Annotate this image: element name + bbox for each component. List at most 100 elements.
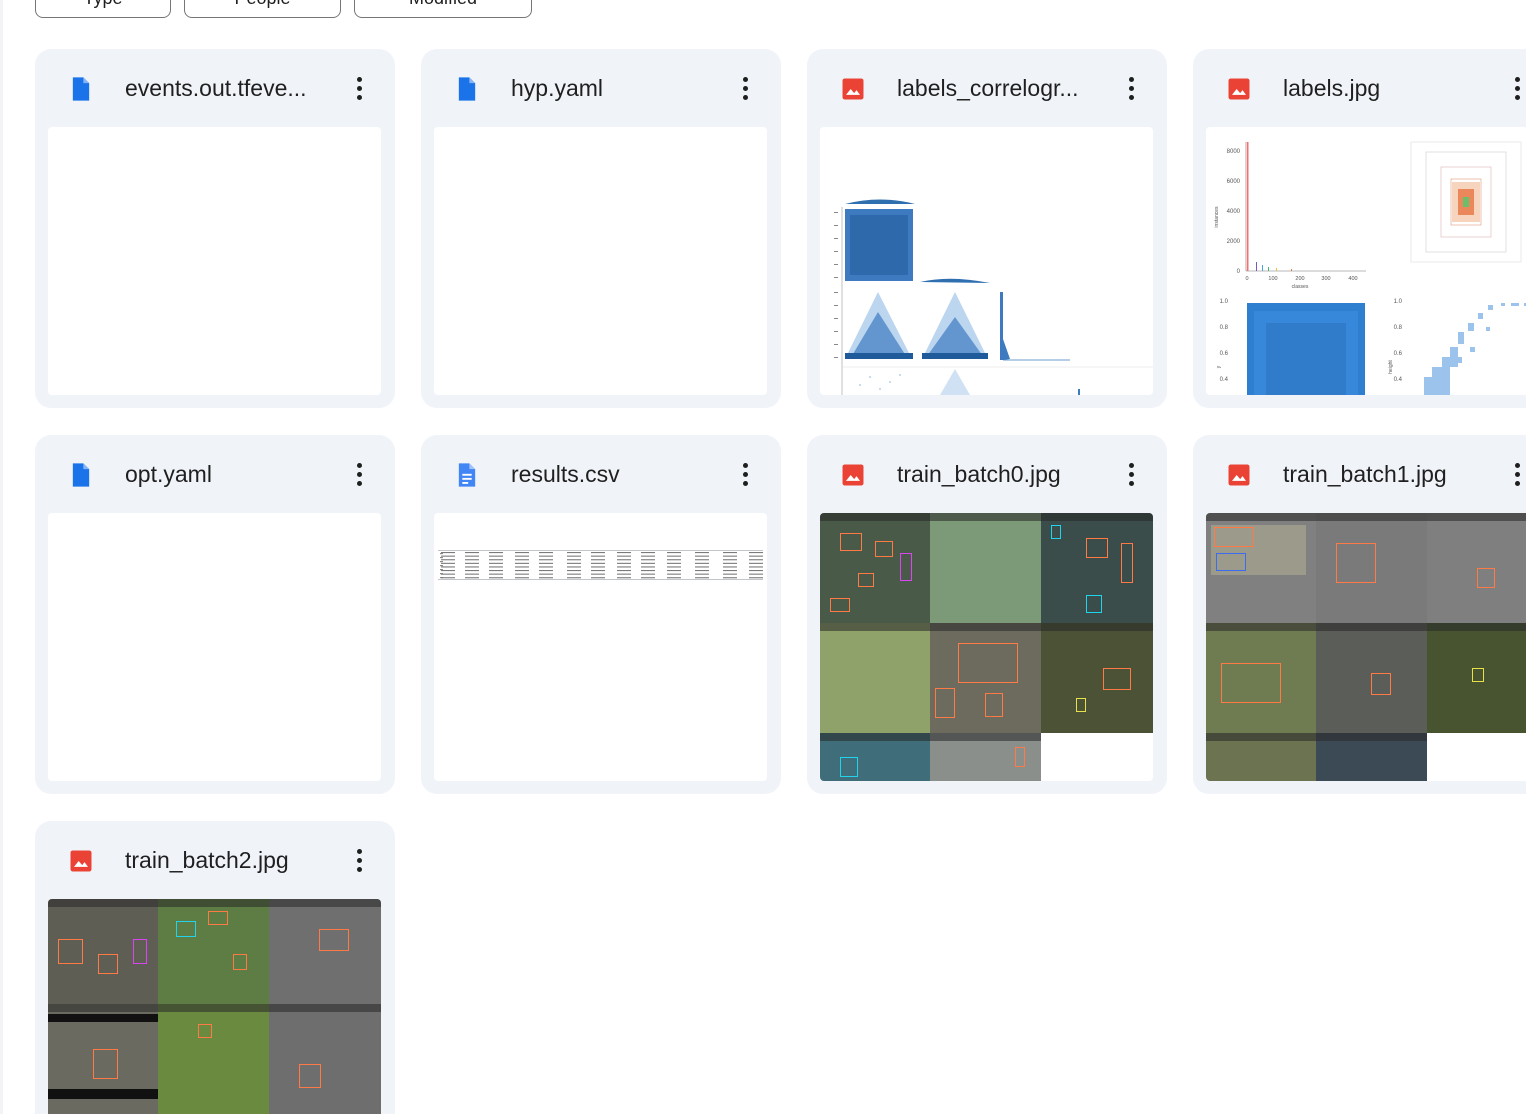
csv-table-thumbnail (434, 513, 767, 781)
file-name: train_batch0.jpg (897, 461, 1061, 487)
file-card-hyp-yaml[interactable]: hyp.yaml (421, 49, 781, 408)
mosaic-tile (158, 1004, 269, 1114)
file-card-header[interactable]: labels.jpg (1193, 49, 1526, 127)
more-options-button[interactable] (733, 71, 757, 105)
image-file-icon (842, 78, 864, 100)
mosaic-tile (930, 623, 1041, 733)
correlogram-plot (834, 199, 1153, 395)
mosaic-tile (1206, 623, 1316, 733)
mosaic-tile (930, 733, 1041, 781)
y-tick-label: 6000 (1227, 179, 1241, 185)
more-options-button[interactable] (347, 843, 371, 877)
file-card-header[interactable]: hyp.yaml (421, 49, 781, 127)
image-thumbnail (820, 513, 1153, 781)
mosaic-tile (1316, 623, 1427, 733)
image-thumbnail (1206, 513, 1526, 781)
x-tick-label: 100 (1268, 276, 1277, 282)
tick-label: 0.4 (1394, 377, 1403, 383)
file-card-results-csv[interactable]: results.csv (421, 435, 781, 794)
tick-label: 0.8 (1220, 325, 1229, 331)
file-card-labels-correlogram[interactable]: labels_correlogr... (807, 49, 1167, 408)
mosaic-tile (269, 899, 381, 1004)
mosaic-tile (820, 733, 930, 781)
y-tick-label: 2000 (1227, 239, 1241, 245)
file-card-header[interactable]: labels_correlogr... (807, 49, 1167, 127)
sheet-file-icon (458, 463, 476, 487)
y-tick-label: 8000 (1227, 149, 1241, 155)
correlogram-thumbnail (820, 127, 1153, 395)
mosaic-tile (158, 899, 269, 1004)
file-card-header[interactable]: opt.yaml (35, 435, 395, 513)
image-file-icon (842, 464, 864, 486)
file-card-header[interactable]: results.csv (421, 435, 781, 513)
tick-label: 0.8 (1394, 325, 1403, 331)
file-name: opt.yaml (125, 461, 212, 487)
file-thumbnail (434, 127, 767, 395)
image-file-icon (1228, 464, 1250, 486)
file-card-header[interactable]: train_batch2.jpg (35, 821, 395, 899)
file-card-header[interactable]: train_batch0.jpg (807, 435, 1167, 513)
mosaic-tile (1206, 733, 1316, 781)
mosaic-tile (1427, 513, 1526, 623)
file-card-train-batch0[interactable]: train_batch0.jpg (807, 435, 1167, 794)
mosaic-tile (1316, 513, 1427, 623)
image-file-icon (1228, 78, 1250, 100)
file-card-labels-jpg[interactable]: labels.jpg 8000 6000 4000 2000 0 instanc… (1193, 49, 1526, 408)
mosaic-tile (269, 1004, 381, 1114)
tick-label: 0.6 (1220, 351, 1229, 357)
people-filter-chip[interactable]: People (184, 0, 341, 18)
more-options-button[interactable] (347, 457, 371, 491)
x-tick-label: 300 (1321, 276, 1330, 282)
x-tick-label: 400 (1348, 276, 1357, 282)
mosaic-tile (1041, 623, 1153, 733)
x-tick-label: 0 (1245, 276, 1248, 282)
more-options-button[interactable] (347, 71, 371, 105)
file-name: train_batch2.jpg (125, 847, 289, 873)
tick-label: 1.0 (1394, 299, 1403, 305)
file-card-header[interactable]: events.out.tfeve... (35, 49, 395, 127)
file-card-train-batch2[interactable]: train_batch2.jpg (35, 821, 395, 1114)
left-divider (0, 0, 3, 1114)
labels-thumbnail: 8000 6000 4000 2000 0 instances 0 100 20… (1206, 127, 1526, 395)
more-options-button[interactable] (1505, 71, 1526, 105)
y-tick-label: 0 (1237, 269, 1241, 275)
mosaic-tile (48, 899, 158, 1004)
y-axis-label: y (1216, 365, 1222, 368)
file-name: train_batch1.jpg (1283, 461, 1447, 487)
mosaic-tile (48, 1004, 158, 1114)
tick-label: 0.6 (1394, 351, 1403, 357)
file-thumbnail (48, 513, 381, 781)
doc-file-icon (458, 77, 476, 101)
more-options-button[interactable] (733, 457, 757, 491)
file-card-events[interactable]: events.out.tfeve... (35, 49, 395, 408)
file-thumbnail (48, 127, 381, 395)
mosaic-tile (1316, 733, 1427, 781)
drive-file-grid: Type People Modified events.out.tfeve...… (0, 0, 1526, 1114)
x-tick-label: 200 (1295, 276, 1304, 282)
file-card-opt-yaml[interactable]: opt.yaml (35, 435, 395, 794)
y-axis-label: height (1388, 360, 1394, 374)
file-name: labels_correlogr... (897, 75, 1079, 101)
image-thumbnail (48, 899, 381, 1114)
y-axis-label: instances (1214, 206, 1220, 228)
y-tick-label: 4000 (1227, 209, 1241, 215)
csv-table-preview (438, 550, 763, 580)
mosaic-tile (820, 513, 930, 623)
tick-label: 1.0 (1220, 299, 1229, 305)
file-card-header[interactable]: train_batch1.jpg (1193, 435, 1526, 513)
type-filter-chip[interactable]: Type (35, 0, 171, 18)
more-options-button[interactable] (1505, 457, 1526, 491)
file-name: hyp.yaml (511, 75, 604, 101)
mosaic-tile (820, 623, 930, 733)
mosaic-tile (1041, 513, 1153, 623)
modified-filter-chip[interactable]: Modified (354, 0, 532, 18)
file-card-train-batch1[interactable]: train_batch1.jpg (1193, 435, 1526, 794)
file-name: results.csv (511, 461, 620, 487)
mosaic-tile (1427, 623, 1526, 733)
more-options-button[interactable] (1119, 71, 1143, 105)
tick-label: 0.4 (1220, 377, 1229, 383)
labels-plot: 8000 6000 4000 2000 0 instances 0 100 20… (1214, 141, 1526, 395)
doc-file-icon (72, 77, 90, 101)
more-options-button[interactable] (1119, 457, 1143, 491)
mosaic-tile (930, 513, 1041, 623)
